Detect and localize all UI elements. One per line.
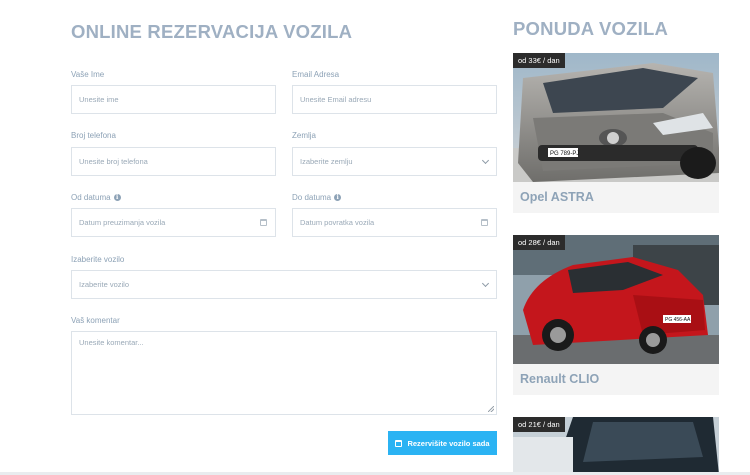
car-name[interactable]: Renault CLIO (520, 372, 599, 386)
chevron-down-icon (481, 156, 490, 164)
from-date-label: Od datuma i (71, 193, 121, 202)
price-badge: od 28€ / dan (513, 235, 565, 250)
calendar-icon (395, 439, 403, 447)
country-select[interactable]: Izaberite zemlju (292, 147, 497, 176)
chevron-down-icon (481, 279, 490, 287)
email-label: Email Adresa (292, 70, 340, 79)
name-input[interactable]: Unesite ime (71, 85, 276, 114)
phone-input[interactable]: Unesite broj telefona (71, 147, 276, 176)
info-icon[interactable]: i (113, 194, 121, 201)
form-title: ONLINE REZERVACIJA VOZILA (71, 21, 353, 42)
email-input[interactable]: Unesite Email adresu (292, 85, 497, 114)
phone-label: Broj telefona (71, 131, 116, 140)
car-card[interactable]: od 33€ / dan PG 789-PJ Opel ASTRA (513, 53, 719, 213)
vehicle-select[interactable]: Izaberite vozilo (71, 270, 497, 299)
country-label: Zemlja (292, 131, 317, 140)
car-photo[interactable]: PG 789-PJ (513, 53, 719, 182)
to-date-label: Do datuma i (292, 193, 342, 202)
reserve-button[interactable]: Rezervišite vozilo sada (388, 431, 497, 455)
from-date-input[interactable]: Datum preuzimanja vozila (71, 208, 276, 237)
comment-label: Vaš komentar (71, 316, 120, 325)
car-name[interactable]: Opel ASTRA (520, 190, 594, 204)
info-icon[interactable]: i (334, 194, 342, 201)
comment-textarea[interactable]: Unesite komentar... (71, 331, 497, 415)
resize-handle-icon[interactable] (488, 406, 494, 412)
license-plate: PG 456-AA (665, 317, 691, 323)
name-label: Vaše Ime (71, 70, 105, 79)
license-plate: PG 789-PJ (550, 151, 579, 157)
price-badge: od 33€ / dan (513, 53, 565, 68)
car-card[interactable]: od 28€ / dan PG 456-AA Renault CLIO (513, 235, 719, 395)
price-badge: od 21€ / dan (513, 417, 565, 432)
offers-title: PONUDA VOZILA (513, 18, 669, 39)
vehicle-label: Izaberite vozilo (71, 255, 125, 264)
car-card[interactable]: od 21€ / dan (513, 417, 719, 475)
to-date-input[interactable]: Datum povratka vozila (292, 208, 497, 237)
calendar-icon[interactable] (481, 219, 488, 226)
car-photo[interactable]: PG 456-AA (513, 235, 719, 364)
calendar-icon[interactable] (260, 219, 267, 226)
